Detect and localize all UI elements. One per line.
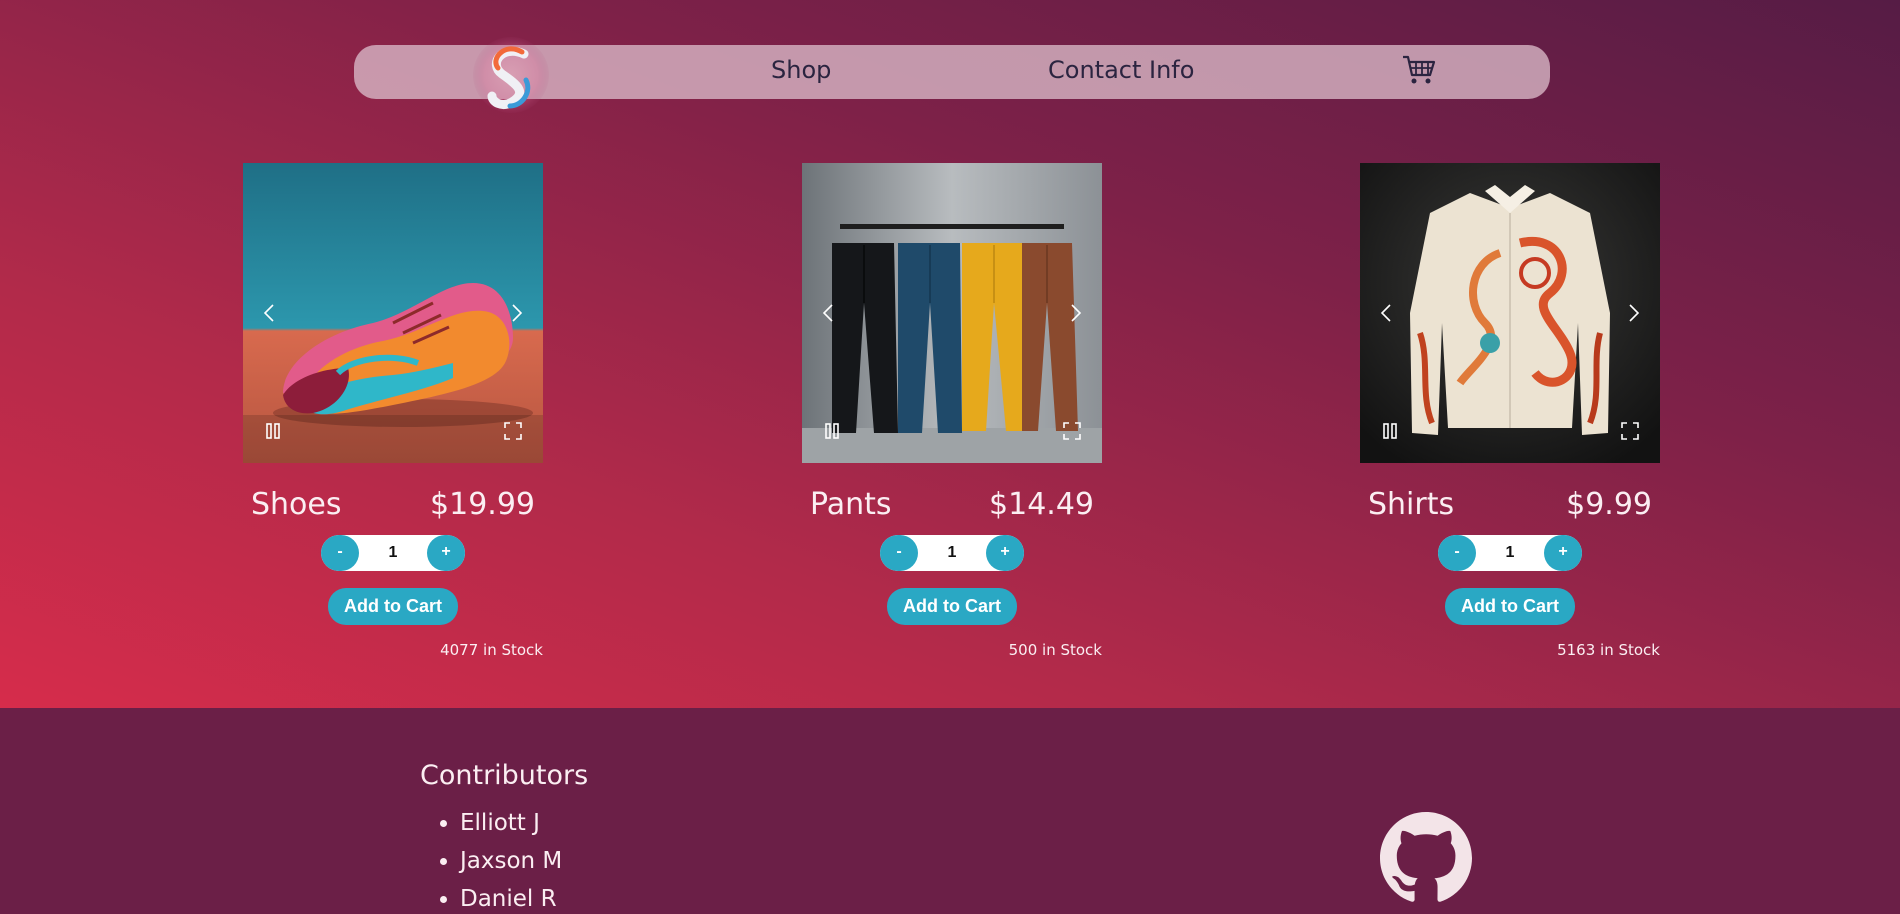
nav-shop-link[interactable]: Shop <box>771 56 831 84</box>
carousel-prev-arrow[interactable] <box>1374 293 1398 333</box>
product-title-row: Shirts $9.99 <box>1360 487 1660 527</box>
add-to-cart-button[interactable]: Add to Cart <box>1445 588 1575 625</box>
product-name: Shirts <box>1368 487 1455 522</box>
increase-quantity-button[interactable]: + <box>427 535 465 571</box>
product-card-pants: Pants $14.49 - 1 + Add to Cart 500 in St… <box>802 163 1102 659</box>
product-name: Pants <box>810 487 892 522</box>
shoes-image <box>243 163 543 463</box>
quantity-stepper: - 1 + <box>880 535 1024 571</box>
contributor-item: Daniel R <box>440 880 562 914</box>
contributor-item: Jaxson M <box>440 842 562 880</box>
product-price: $9.99 <box>1566 487 1652 522</box>
stock-count: 4077 in Stock <box>440 641 543 659</box>
fullscreen-icon[interactable] <box>1062 421 1082 441</box>
pause-icon[interactable] <box>822 421 842 441</box>
contributors-heading: Contributors <box>420 760 589 791</box>
product-price: $19.99 <box>430 487 535 522</box>
shirts-image <box>1360 163 1660 463</box>
contributors-list: Elliott J Jaxson M Daniel R <box>440 804 562 914</box>
stock-count: 5163 in Stock <box>1557 641 1660 659</box>
carousel-prev-arrow[interactable] <box>816 293 840 333</box>
carousel-next-arrow[interactable] <box>505 293 529 333</box>
site-logo[interactable] <box>472 36 550 114</box>
decrease-quantity-button[interactable]: - <box>880 535 918 571</box>
product-card-shirts: Shirts $9.99 - 1 + Add to Cart 5163 in S… <box>1360 163 1660 659</box>
increase-quantity-button[interactable]: + <box>986 535 1024 571</box>
add-to-cart-button[interactable]: Add to Cart <box>887 588 1017 625</box>
stock-count: 500 in Stock <box>1008 641 1102 659</box>
product-image-carousel[interactable] <box>1360 163 1660 463</box>
fullscreen-icon[interactable] <box>503 421 523 441</box>
carousel-next-arrow[interactable] <box>1622 293 1646 333</box>
increase-quantity-button[interactable]: + <box>1544 535 1582 571</box>
quantity-input[interactable]: 1 <box>359 535 427 571</box>
quantity-input[interactable]: 1 <box>918 535 986 571</box>
product-image-carousel[interactable] <box>243 163 543 463</box>
product-title-row: Pants $14.49 <box>802 487 1102 527</box>
add-to-cart-button[interactable]: Add to Cart <box>328 588 458 625</box>
github-icon[interactable] <box>1380 812 1472 904</box>
quantity-stepper: - 1 + <box>321 535 465 571</box>
quantity-input[interactable]: 1 <box>1476 535 1544 571</box>
nav-contact-link[interactable]: Contact Info <box>1048 56 1194 84</box>
product-title-row: Shoes $19.99 <box>243 487 543 527</box>
decrease-quantity-button[interactable]: - <box>1438 535 1476 571</box>
product-name: Shoes <box>251 487 342 522</box>
decrease-quantity-button[interactable]: - <box>321 535 359 571</box>
product-card-shoes: Shoes $19.99 - 1 + Add to Cart 4077 in S… <box>243 163 543 659</box>
quantity-stepper: - 1 + <box>1438 535 1582 571</box>
product-image-carousel[interactable] <box>802 163 1102 463</box>
shopping-cart-icon[interactable] <box>1402 54 1436 86</box>
pants-image <box>802 163 1102 463</box>
pause-icon[interactable] <box>1380 421 1400 441</box>
fullscreen-icon[interactable] <box>1620 421 1640 441</box>
carousel-prev-arrow[interactable] <box>257 293 281 333</box>
product-price: $14.49 <box>989 487 1094 522</box>
contributor-item: Elliott J <box>440 804 562 842</box>
carousel-next-arrow[interactable] <box>1064 293 1088 333</box>
pause-icon[interactable] <box>263 421 283 441</box>
